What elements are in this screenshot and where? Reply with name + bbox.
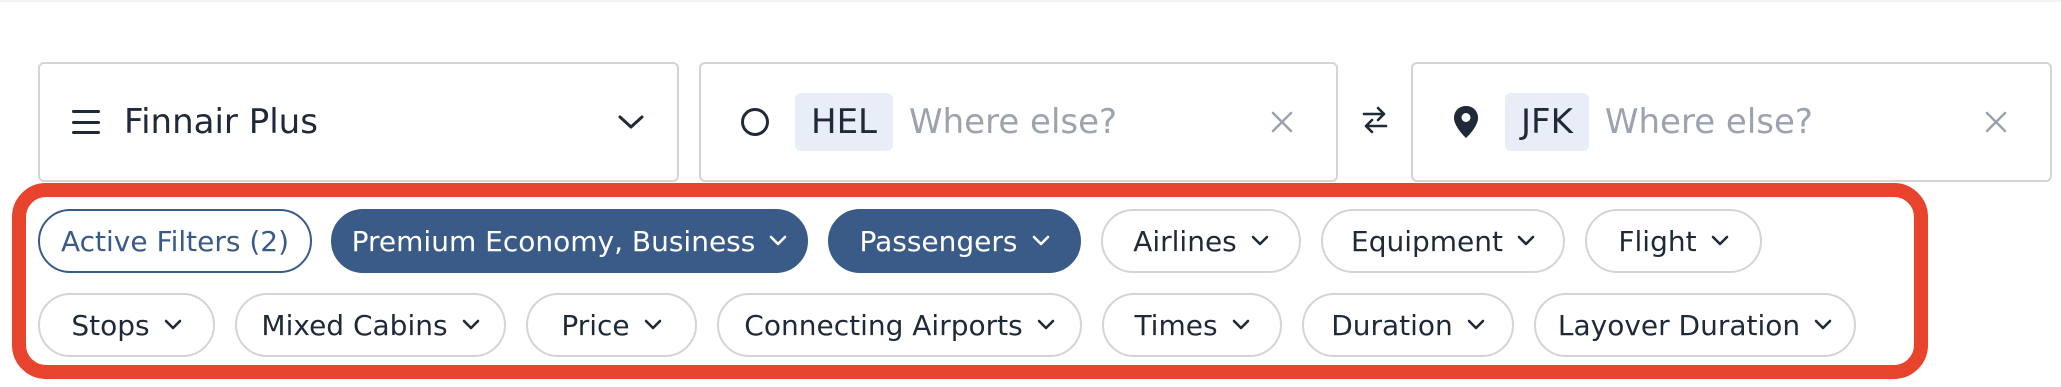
chevron-down-icon [164,319,182,331]
chevron-down-icon [1232,319,1250,331]
active-filters-label: Active Filters (2) [60,224,289,258]
filter-label: Connecting Airports [744,308,1023,342]
chevron-down-icon [1037,319,1055,331]
program-label: Finnair Plus [124,102,318,142]
chevron-down-icon [617,108,645,136]
filter-stops[interactable]: Stops [38,293,215,357]
hamburger-icon [72,110,100,134]
filter-duration[interactable]: Duration [1302,293,1514,357]
chevron-down-icon [1517,235,1535,247]
close-icon[interactable] [1268,108,1296,136]
origin-circle-icon [741,108,769,136]
filter-times[interactable]: Times [1102,293,1282,357]
chevron-down-icon [1032,235,1050,247]
top-divider [0,0,2061,2]
origin-code-chip[interactable]: HEL [795,93,893,151]
filter-price[interactable]: Price [526,293,697,357]
origin-field[interactable]: HEL [699,62,1338,182]
filter-label: Mixed Cabins [261,308,448,342]
destination-field[interactable]: JFK [1411,62,2052,182]
filter-connecting-airports[interactable]: Connecting Airports [717,293,1082,357]
filter-label: Times [1134,308,1218,342]
filter-label: Flight [1618,224,1697,258]
filter-passengers[interactable]: Passengers [828,209,1081,273]
chevron-down-icon [1711,235,1729,247]
chevron-down-icon [1467,319,1485,331]
map-pin-icon [1453,105,1479,139]
close-icon[interactable] [1982,108,2010,136]
filter-airlines[interactable]: Airlines [1101,209,1301,273]
filter-mixed-cabins[interactable]: Mixed Cabins [235,293,506,357]
filter-cabin[interactable]: Premium Economy, Business [331,209,808,273]
chevron-down-icon [1814,319,1832,331]
chevron-down-icon [1251,235,1269,247]
filter-layover-duration[interactable]: Layover Duration [1534,293,1856,357]
filter-label: Price [561,308,630,342]
chevron-down-icon [769,235,787,247]
destination-input[interactable] [1604,102,1982,142]
destination-code-chip[interactable]: JFK [1505,93,1589,151]
filter-label: Premium Economy, Business [351,224,756,258]
chevron-down-icon [644,319,662,331]
filter-equipment[interactable]: Equipment [1321,209,1565,273]
filter-label: Equipment [1351,224,1503,258]
filter-flight[interactable]: Flight [1585,209,1762,273]
filter-label: Layover Duration [1557,308,1801,342]
program-selector[interactable]: Finnair Plus [38,62,679,182]
active-filters-button[interactable]: Active Filters (2) [38,209,312,273]
filter-label: Passengers [859,224,1018,258]
chevron-down-icon [462,319,480,331]
filter-label: Airlines [1133,224,1237,258]
filter-label: Duration [1331,308,1453,342]
origin-input[interactable] [909,102,1268,142]
swap-icon[interactable] [1358,102,1392,138]
filter-label: Stops [71,308,150,342]
